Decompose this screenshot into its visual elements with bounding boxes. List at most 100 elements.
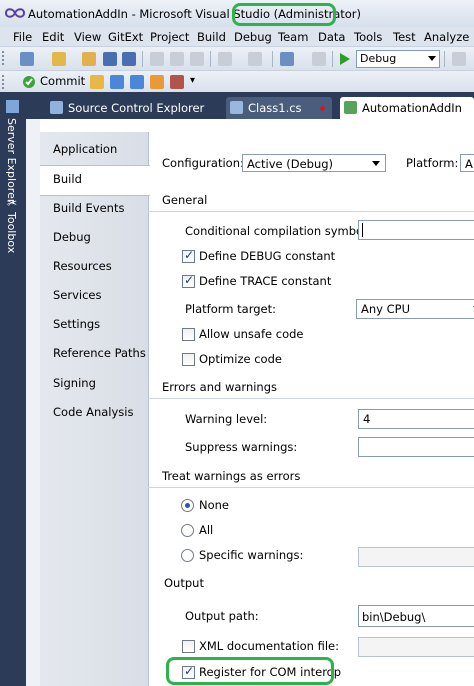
suppress-warnings-input[interactable] bbox=[358, 437, 474, 457]
browse-folder-icon[interactable] bbox=[90, 75, 104, 89]
toolbox-tab[interactable]: Toolbox bbox=[5, 212, 18, 253]
navigate-forward-icon[interactable] bbox=[312, 52, 326, 66]
suppress-warnings-label: Suppress warnings: bbox=[185, 440, 298, 454]
solution-configuration-dropdown[interactable]: Debug bbox=[356, 50, 440, 68]
menu-project[interactable]: Project bbox=[150, 30, 189, 44]
nav-resources[interactable]: Resources bbox=[40, 253, 148, 282]
toolbar-grip[interactable] bbox=[2, 51, 8, 65]
nav-code-analysis[interactable]: Code Analysis bbox=[40, 399, 148, 428]
source-control-icon bbox=[50, 101, 63, 114]
nav-reference-paths[interactable]: Reference Paths bbox=[40, 340, 148, 369]
save-icon[interactable] bbox=[103, 52, 117, 66]
warning-level-label: Warning level: bbox=[185, 412, 268, 426]
output-path-label: Output path: bbox=[185, 609, 259, 623]
property-page-nav: Application Build Build Events Debug Res… bbox=[40, 132, 150, 686]
csharp-file-icon bbox=[230, 101, 243, 114]
menu-build[interactable]: Build bbox=[197, 30, 226, 44]
gitext-toolbar: Commit ▾ bbox=[0, 70, 474, 93]
tab-automationaddin[interactable]: AutomationAddIn bbox=[340, 97, 474, 119]
find-icon[interactable] bbox=[452, 52, 466, 66]
commit-icon[interactable] bbox=[22, 75, 36, 89]
xml-doc-checkbox[interactable] bbox=[182, 640, 195, 653]
chevron-down-icon bbox=[372, 161, 380, 166]
treat-all-radio[interactable] bbox=[181, 524, 194, 537]
menu-tools[interactable]: Tools bbox=[354, 30, 382, 44]
menu-gitext[interactable]: GitExt bbox=[108, 30, 143, 44]
stash-icon[interactable] bbox=[150, 75, 164, 89]
csharp-project-icon bbox=[344, 101, 357, 114]
platform-target-dropdown[interactable]: Any CPU bbox=[356, 299, 474, 319]
define-trace-checkbox[interactable]: ✓ bbox=[182, 273, 195, 288]
cut-icon[interactable] bbox=[150, 52, 164, 66]
undo-icon[interactable] bbox=[218, 52, 232, 66]
optimize-code-checkbox[interactable] bbox=[182, 353, 195, 366]
title-bar: AutomationAddIn - Microsoft Visual Studi… bbox=[0, 0, 474, 27]
toolbox-icon[interactable]: ✂ bbox=[5, 196, 19, 210]
server-explorer-icon[interactable] bbox=[6, 100, 19, 113]
menu-analyze[interactable]: Analyze bbox=[424, 30, 469, 44]
nav-settings[interactable]: Settings bbox=[40, 311, 148, 340]
conditional-symbols-input[interactable] bbox=[358, 220, 474, 240]
xml-doc-label: XML documentation file: bbox=[199, 639, 340, 653]
conditional-symbols-label: Conditional compilation symbols: bbox=[185, 224, 377, 238]
settings-tools-icon[interactable] bbox=[170, 75, 184, 89]
treat-specific-radio[interactable] bbox=[181, 549, 194, 562]
nav-build-events[interactable]: Build Events bbox=[40, 195, 148, 224]
admin-highlight-ring bbox=[232, 3, 336, 26]
navigate-backward-icon[interactable] bbox=[280, 52, 294, 66]
chevron-down-icon bbox=[428, 56, 436, 61]
toolbar-grip[interactable] bbox=[2, 75, 8, 89]
register-com-highlight-ring bbox=[166, 657, 334, 685]
menu-view[interactable]: View bbox=[74, 30, 101, 44]
output-section-header: Output bbox=[164, 576, 204, 590]
xml-doc-input[interactable] bbox=[358, 637, 474, 657]
commit-button[interactable]: Commit bbox=[40, 74, 85, 88]
errors-section-header: Errors and warnings bbox=[148, 378, 474, 399]
menu-team[interactable]: Team bbox=[278, 30, 308, 44]
menu-data[interactable]: Data bbox=[318, 30, 345, 44]
unsaved-indicator-icon bbox=[320, 106, 325, 111]
define-debug-checkbox[interactable]: ✓ bbox=[182, 248, 195, 263]
output-path-input[interactable]: bin\Debug\ bbox=[358, 605, 474, 627]
start-debugging-icon[interactable] bbox=[339, 52, 351, 66]
tab-class1-cs[interactable]: Class1.cs bbox=[226, 97, 332, 119]
treat-all-label: All bbox=[199, 523, 214, 537]
treat-none-label: None bbox=[199, 498, 230, 512]
treat-none-radio[interactable] bbox=[181, 499, 194, 512]
platform-label: Platform: bbox=[406, 156, 459, 170]
paste-icon[interactable] bbox=[190, 52, 204, 66]
redo-icon[interactable] bbox=[248, 52, 262, 66]
treat-specific-label: Specific warnings: bbox=[199, 548, 304, 562]
allow-unsafe-checkbox[interactable] bbox=[182, 328, 195, 341]
nav-debug[interactable]: Debug bbox=[40, 224, 148, 253]
menu-edit[interactable]: Edit bbox=[42, 30, 64, 44]
nav-signing[interactable]: Signing bbox=[40, 370, 148, 399]
menu-debug[interactable]: Debug bbox=[234, 30, 272, 44]
menu-file[interactable]: File bbox=[13, 30, 32, 44]
new-project-icon[interactable] bbox=[20, 52, 34, 66]
pull-icon[interactable] bbox=[110, 75, 124, 89]
left-dock-strip: Server Explorer ✂ Toolbox bbox=[0, 92, 26, 686]
content-gutter bbox=[26, 119, 40, 686]
allow-unsafe-label: Allow unsafe code bbox=[199, 327, 304, 341]
specific-warnings-input[interactable] bbox=[358, 547, 474, 567]
tab-source-control-explorer[interactable]: Source Control Explorer bbox=[46, 97, 222, 119]
server-explorer-tab[interactable]: Server Explorer bbox=[5, 118, 18, 203]
treat-warnings-section-header: Treat warnings as errors bbox=[148, 467, 474, 488]
add-item-icon[interactable] bbox=[52, 52, 66, 66]
nav-build[interactable]: Build bbox=[40, 165, 150, 196]
configuration-dropdown[interactable]: Active (Debug) bbox=[242, 154, 386, 172]
nav-application[interactable]: Application bbox=[40, 136, 148, 165]
open-file-icon[interactable] bbox=[82, 52, 96, 66]
platform-dropdown[interactable]: A bbox=[460, 154, 474, 172]
menu-test[interactable]: Test bbox=[393, 30, 416, 44]
menu-bar: File Edit View GitExt Project Build Debu… bbox=[0, 27, 474, 46]
copy-icon[interactable] bbox=[170, 52, 184, 66]
define-debug-label: Define DEBUG constant bbox=[199, 249, 336, 263]
nav-services[interactable]: Services bbox=[40, 282, 148, 311]
save-all-icon[interactable] bbox=[122, 52, 136, 66]
push-icon[interactable] bbox=[130, 75, 144, 89]
general-section-header: General bbox=[148, 191, 474, 212]
warning-level-dropdown[interactable]: 4 bbox=[358, 409, 474, 429]
toolbar-overflow-icon[interactable]: ▾ bbox=[190, 75, 195, 86]
